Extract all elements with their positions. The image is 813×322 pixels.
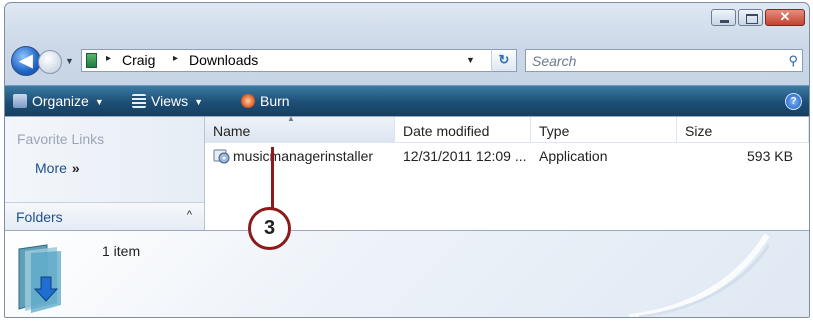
folders-header[interactable]: Folders ^ xyxy=(5,202,204,230)
organize-button[interactable]: Organize ▼ xyxy=(13,93,104,109)
file-name-cell[interactable]: musicmanagerinstaller xyxy=(213,148,373,164)
back-arrow-icon: ◀ xyxy=(19,51,33,70)
recent-pages-dropdown[interactable]: ▼ xyxy=(65,56,74,66)
file-name: musicmanagerinstaller xyxy=(233,148,374,164)
close-icon: ✕ xyxy=(779,9,791,24)
burn-label: Burn xyxy=(260,93,290,109)
command-toolbar: Organize ▼ Views ▼ Burn ? xyxy=(5,85,809,116)
search-input[interactable]: Search ⚲ xyxy=(525,49,803,72)
callout-step-badge: 3 xyxy=(248,207,291,250)
date-modified-cell: 12/31/2011 12:09 ... xyxy=(403,148,527,164)
breadcrumb-separator[interactable]: ▸ xyxy=(173,53,178,64)
help-button[interactable]: ? xyxy=(785,93,802,110)
column-header-date-modified[interactable]: Date modified xyxy=(395,117,531,142)
details-pane: 1 item xyxy=(5,231,809,317)
column-header-name[interactable]: ▲ Name xyxy=(205,114,395,142)
navigation-pane: Favorite Links More» Folders ^ xyxy=(5,117,205,230)
burn-disc-icon xyxy=(241,94,255,108)
close-button[interactable]: ✕ xyxy=(765,9,805,26)
forward-button[interactable] xyxy=(38,50,62,74)
double-chevron-icon: » xyxy=(71,160,80,176)
chevron-down-icon: ▼ xyxy=(194,97,204,107)
explorer-window: ✕ ◀ ▼ ▸ Craig ▸ Downloads ▼ ↻ Search ⚲ O… xyxy=(4,2,810,318)
download-folder-icon xyxy=(18,244,61,313)
views-label: Views xyxy=(151,93,189,109)
breadcrumb-craig[interactable]: Craig xyxy=(122,52,155,68)
column-header-type[interactable]: Type xyxy=(531,117,677,142)
column-header-label: Type xyxy=(539,123,570,139)
decorative-swoosh xyxy=(629,233,769,317)
search-icon[interactable]: ⚲ xyxy=(788,53,798,69)
breadcrumb-downloads[interactable]: Downloads xyxy=(189,52,258,68)
views-icon xyxy=(132,94,146,108)
maximize-button[interactable] xyxy=(738,9,763,26)
size-cell: 593 KB xyxy=(747,148,793,164)
chevron-down-icon: ▼ xyxy=(94,97,104,107)
caption-buttons: ✕ xyxy=(711,9,805,26)
table-row[interactable]: musicmanagerinstaller 12/31/2011 12:09 .… xyxy=(205,144,809,168)
refresh-icon: ↻ xyxy=(498,52,510,67)
views-button[interactable]: Views ▼ xyxy=(132,93,203,109)
item-count: 1 item xyxy=(102,243,141,259)
breadcrumb-separator[interactable]: ▸ xyxy=(106,53,111,64)
minimize-icon xyxy=(720,20,729,23)
file-list: ▲ Name Date modified Type Size musicmana… xyxy=(205,114,809,230)
favorite-links-heading: Favorite Links xyxy=(17,131,105,147)
type-cell: Application xyxy=(539,148,608,164)
address-row: ◀ ▼ ▸ Craig ▸ Downloads ▼ ↻ Search ⚲ xyxy=(11,46,803,76)
callout-pointer-line xyxy=(271,147,274,211)
column-header-size[interactable]: Size xyxy=(677,117,809,142)
sort-indicator-icon: ▲ xyxy=(287,114,295,123)
back-button[interactable]: ◀ xyxy=(11,46,41,76)
burn-button[interactable]: Burn xyxy=(241,93,290,109)
organize-icon xyxy=(13,94,27,108)
header-divider xyxy=(205,142,809,143)
address-dropdown[interactable]: ▼ xyxy=(466,55,475,65)
help-icon: ? xyxy=(790,96,797,107)
folders-label: Folders xyxy=(16,209,63,225)
content-area: Favorite Links More» Folders ^ ▲ Name Da… xyxy=(5,114,809,231)
minimize-button[interactable] xyxy=(711,9,736,26)
more-link[interactable]: More» xyxy=(35,160,80,176)
maximize-icon xyxy=(746,14,758,24)
search-placeholder: Search xyxy=(532,53,577,69)
column-header-label: Name xyxy=(213,123,251,139)
application-icon xyxy=(213,149,230,164)
column-header-label: Date modified xyxy=(403,123,490,139)
organize-label: Organize xyxy=(32,93,89,109)
collapse-caret-icon[interactable]: ^ xyxy=(187,209,192,221)
more-label: More xyxy=(35,160,67,176)
refresh-button[interactable]: ↻ xyxy=(491,49,517,72)
address-bar[interactable]: ▸ Craig ▸ Downloads ▼ xyxy=(81,49,517,72)
column-header-label: Size xyxy=(685,123,713,139)
folder-icon xyxy=(86,53,97,68)
